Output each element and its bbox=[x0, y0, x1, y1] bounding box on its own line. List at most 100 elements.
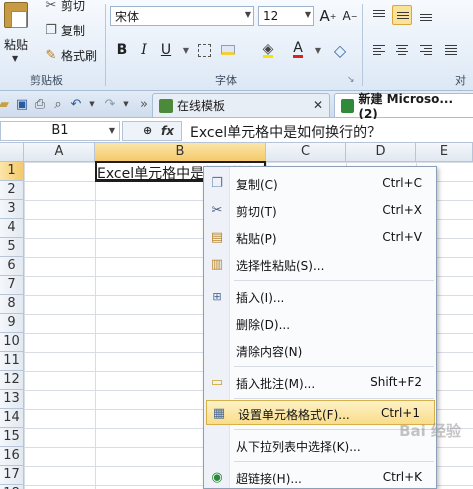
menu-item-label: 复制(C) bbox=[236, 178, 278, 192]
column-header-c[interactable]: C bbox=[266, 143, 346, 162]
menu-item-shortcut: Ctrl+V bbox=[382, 230, 422, 244]
font-group-label: 字体 bbox=[215, 74, 237, 87]
row-header[interactable]: 6 bbox=[0, 257, 24, 276]
row-header[interactable]: 5 bbox=[0, 238, 24, 257]
clipboard-group-label: 剪贴板 bbox=[30, 74, 63, 87]
zoom-icon[interactable]: ⊕ bbox=[143, 124, 152, 137]
font-size-select[interactable]: 12 ▼ bbox=[258, 6, 314, 26]
font-color-button[interactable]: A bbox=[288, 40, 308, 60]
redo-icon[interactable]: ↷ bbox=[102, 96, 118, 112]
row-header[interactable]: 12 bbox=[0, 371, 24, 390]
row-header[interactable]: 4 bbox=[0, 219, 24, 238]
menu-item-label: 清除内容(N) bbox=[236, 345, 303, 359]
column-header-e[interactable]: E bbox=[416, 143, 473, 162]
menu-item-paste[interactable]: ▤ 粘贴(P) Ctrl+V bbox=[205, 225, 436, 250]
menu-item-paste-special[interactable]: ▥ 选择性粘贴(S)... bbox=[205, 252, 436, 277]
grow-font-button[interactable]: A + bbox=[318, 6, 338, 26]
open-folder-icon[interactable]: ▰ bbox=[0, 96, 12, 112]
format-painter-button[interactable]: ✎ 格式刷 bbox=[44, 46, 97, 64]
copy-icon: ❐ bbox=[211, 175, 223, 191]
row-header[interactable]: 15 bbox=[0, 428, 24, 447]
menu-item-shortcut: Ctrl+C bbox=[382, 176, 422, 190]
row-header[interactable]: 14 bbox=[0, 409, 24, 428]
print-preview-icon[interactable]: ⌕ bbox=[50, 96, 66, 112]
chevron-down-icon[interactable]: ▼ bbox=[118, 96, 134, 112]
menu-item-insert[interactable]: ⊞ 插入(I)... bbox=[205, 284, 436, 309]
font-size-value: 12 bbox=[263, 9, 279, 23]
menu-item-shortcut: Ctrl+X bbox=[382, 203, 422, 217]
align-center-button[interactable] bbox=[392, 40, 412, 60]
more-commands-icon[interactable]: » bbox=[136, 96, 152, 112]
menu-item-label: 删除(D)... bbox=[236, 318, 291, 332]
align-left-button[interactable] bbox=[369, 40, 389, 60]
column-header-a[interactable]: A bbox=[24, 143, 95, 162]
paste-button[interactable]: 粘贴 ▼ bbox=[0, 2, 34, 70]
fill-color-icon bbox=[221, 45, 235, 55]
print-icon[interactable]: ⎙ bbox=[32, 96, 48, 112]
menu-item-copy[interactable]: ❐ 复制(C) Ctrl+C bbox=[205, 171, 436, 196]
font-color-dropdown[interactable]: ▼ bbox=[308, 40, 328, 60]
italic-button[interactable]: I bbox=[134, 40, 154, 60]
menu-item-clear-contents[interactable]: 清除内容(N) bbox=[205, 338, 436, 363]
row-header[interactable]: 8 bbox=[0, 295, 24, 314]
menu-item-label: 选择性粘贴(S)... bbox=[236, 259, 325, 273]
shrink-font-button[interactable]: A − bbox=[340, 6, 360, 26]
underline-button[interactable]: U bbox=[156, 40, 176, 60]
align-right-button[interactable] bbox=[416, 40, 436, 60]
paint-bucket-icon: ◈ bbox=[262, 40, 274, 58]
fill-color-button[interactable] bbox=[218, 40, 238, 60]
save-icon[interactable]: ▣ bbox=[14, 96, 30, 112]
formula-input[interactable]: Excel单元格中是如何换行的？ bbox=[190, 122, 381, 142]
row-header[interactable]: 13 bbox=[0, 390, 24, 409]
dialog-launcher-icon[interactable]: ↘ bbox=[347, 75, 355, 85]
name-box[interactable]: B1 ▼ bbox=[0, 121, 120, 141]
font-name-select[interactable]: 宋体 ▼ bbox=[110, 6, 254, 26]
paste-special-icon: ▥ bbox=[210, 256, 224, 272]
document-tab-bar: ▰ ▣ ⎙ ⌕ ↶ ▼ ↷ ▼ » 在线模板 ✕ 新建 Microso... (… bbox=[0, 91, 473, 121]
cut-button[interactable]: ✂ 剪切 bbox=[44, 0, 85, 14]
row-header[interactable]: 16 bbox=[0, 447, 24, 466]
bold-button[interactable]: B bbox=[112, 40, 132, 60]
underline-dropdown[interactable]: ▼ bbox=[176, 40, 196, 60]
undo-icon[interactable]: ↶ bbox=[68, 96, 84, 112]
menu-item-insert-comment[interactable]: ▭ 插入批注(M)... Shift+F2 bbox=[205, 370, 436, 395]
fx-button[interactable]: fx bbox=[161, 124, 174, 138]
cut-label: 剪切 bbox=[61, 0, 86, 13]
row-header[interactable]: 9 bbox=[0, 314, 24, 333]
row-header[interactable]: 18 bbox=[0, 485, 24, 489]
menu-item-label: 插入(I)... bbox=[236, 291, 285, 305]
tab-new-workbook[interactable]: 新建 Microso... (2) bbox=[334, 92, 473, 121]
clear-format-button[interactable]: ◇ bbox=[330, 40, 350, 60]
align-top-button[interactable] bbox=[369, 6, 389, 26]
highlight-button[interactable]: ◈ bbox=[258, 40, 278, 60]
select-all-corner[interactable] bbox=[0, 143, 24, 162]
menu-item-hyperlink[interactable]: ◉ 超链接(H)... Ctrl+K bbox=[205, 465, 436, 489]
row-header[interactable]: 1 bbox=[0, 162, 24, 181]
menu-item-label: 剪切(T) bbox=[236, 205, 277, 219]
row-header[interactable]: 7 bbox=[0, 276, 24, 295]
row-header[interactable]: 3 bbox=[0, 200, 24, 219]
justify-button[interactable] bbox=[441, 40, 461, 60]
menu-item-cut[interactable]: ✂ 剪切(T) Ctrl+X bbox=[205, 198, 436, 223]
row-header[interactable]: 10 bbox=[0, 333, 24, 352]
italic-icon: I bbox=[141, 42, 147, 58]
copy-button[interactable]: ❐ 复制 bbox=[44, 21, 85, 39]
chevron-down-icon: ▼ bbox=[304, 10, 311, 19]
align-bottom-button[interactable] bbox=[416, 6, 436, 26]
chevron-down-icon: ▼ bbox=[244, 10, 251, 19]
close-icon[interactable]: ✕ bbox=[313, 98, 323, 112]
border-button[interactable] bbox=[194, 40, 214, 60]
chevron-down-icon[interactable]: ▼ bbox=[84, 96, 100, 112]
column-header-b[interactable]: B bbox=[95, 143, 266, 162]
tab-online-templates[interactable]: 在线模板 ✕ bbox=[152, 93, 330, 117]
row-header[interactable]: 2 bbox=[0, 181, 24, 200]
menu-item-label: 从下拉列表中选择(K)... bbox=[236, 440, 361, 454]
menu-item-label: 粘贴(P) bbox=[236, 232, 277, 246]
row-header[interactable]: 11 bbox=[0, 352, 24, 371]
underline-icon: U bbox=[160, 42, 172, 58]
tab-label: 新建 Microso... (2) bbox=[358, 92, 454, 121]
menu-item-delete[interactable]: 删除(D)... bbox=[205, 311, 436, 336]
column-header-d[interactable]: D bbox=[346, 143, 416, 162]
row-header[interactable]: 17 bbox=[0, 466, 24, 485]
align-middle-button[interactable] bbox=[392, 5, 412, 25]
